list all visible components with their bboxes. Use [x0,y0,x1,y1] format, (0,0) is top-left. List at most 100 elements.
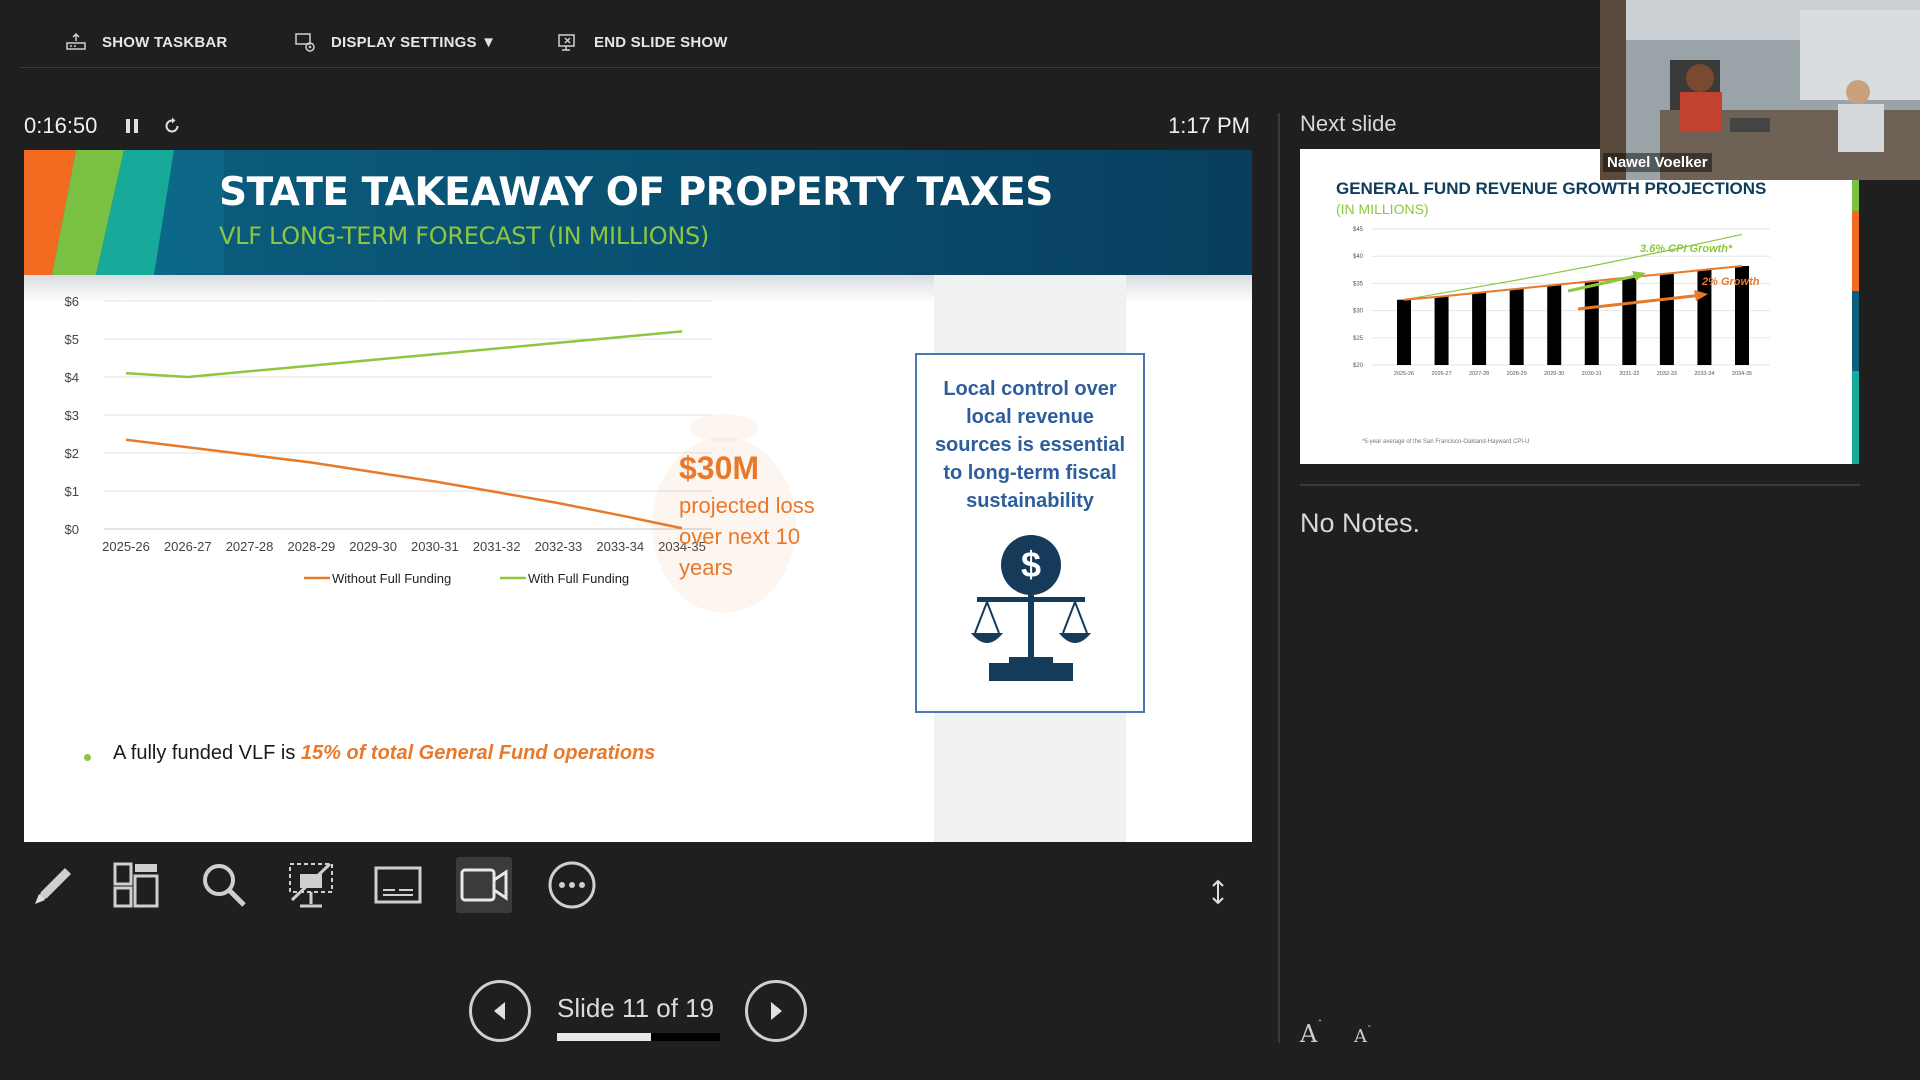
callout-box: Local control over local revenue sources… [915,353,1145,713]
slide-progress-fill [557,1033,652,1041]
chevron-right-icon [771,1002,782,1020]
mini-x-tick-label: 2028-29 [1507,371,1527,377]
bullet-emphasis: 15% of total General Fund operations [300,742,656,764]
pen-tool-button[interactable] [24,857,80,913]
end-show-icon [558,34,575,51]
mini-y-tick-label: $40 [1353,254,1364,260]
mini-y-tick-label: $35 [1353,281,1364,287]
y-tick-label: $4 [65,370,79,385]
bullet-prefix: A fully funded VLF is [113,742,301,764]
subtitles-icon [374,866,422,904]
mini-x-tick-label: 2026-27 [1431,371,1451,377]
slide-progress-bar [557,1033,720,1041]
see-all-slides-icon [113,862,159,908]
x-tick-label: 2025-26 [102,539,150,554]
black-screen-button[interactable] [283,857,339,913]
taskbar-icon [66,32,86,50]
speaker-notes[interactable]: No Notes. [1300,508,1420,539]
previous-slide-button[interactable] [469,980,531,1042]
mini-x-tick-label: 2030-31 [1582,371,1602,377]
callout-text: Local control over local revenue sources… [934,378,1126,512]
mini-x-tick-label: 2031-32 [1619,371,1639,377]
x-tick-label: 2030-31 [411,539,459,554]
svg-text:$: $ [1021,544,1041,585]
series-line [125,330,683,379]
mini-x-tick-label: 2027-28 [1469,371,1489,377]
next-slide-button[interactable] [745,980,807,1042]
mini-bar [1472,292,1487,365]
resize-handle[interactable] [1208,878,1228,906]
notes-divider [1300,484,1860,486]
mini-bar [1584,281,1599,365]
display-settings-label: DISPLAY SETTINGS ▼ [331,33,497,51]
x-tick-label: 2027-28 [226,539,274,554]
x-tick-label: 2026-27 [164,539,212,554]
mini-x-tick-label: 2025-26 [1394,371,1414,377]
bullet-marker [84,754,91,761]
elapsed-timer: 0:16:50 [24,113,98,138]
revenue-projection-chart: $20 $25 $30 $35 $40 $45 2025-26 2026-27 2027-28… [1353,227,1770,377]
zoom-button[interactable] [196,857,252,913]
mini-y-tick-label: $30 [1353,309,1364,315]
loss-description: projected loss over next 10 years [679,493,815,580]
growth-label: 2% Growth [1701,276,1760,288]
growth-line [1403,264,1743,301]
mini-x-tick-label: 2033-34 [1694,371,1714,377]
increase-font-button[interactable]: Aˆ [1300,1020,1322,1048]
mini-y-tick-label: $25 [1353,336,1364,342]
mini-bar [1397,299,1411,365]
y-tick-label: $0 [65,522,79,537]
pause-timer-button[interactable] [120,114,144,138]
next-slide-footnote: *5-year average of the San Francisco-Oak… [1362,439,1530,445]
pane-divider[interactable] [1278,113,1280,1043]
mini-bar [1659,273,1674,365]
mini-y-tick-label: $45 [1353,227,1364,233]
x-tick-label: 2031-32 [473,539,521,554]
y-tick-label: $2 [65,446,79,461]
mini-y-tick-label: $20 [1353,363,1364,369]
mini-x-tick-label: 2032-33 [1657,371,1677,377]
toolbar-divider [20,67,1600,68]
legend-label: With Full Funding [528,571,629,586]
decrease-font-button[interactable]: Aˇ [1354,1026,1372,1047]
restart-timer-button[interactable] [160,114,184,138]
next-slide-label: Next slide [1300,111,1397,136]
mini-bar [1622,277,1637,365]
bullet-point: A fully funded VLF is 15% of total Gener… [113,742,655,765]
slide-counter: Slide 11 of 19 [557,993,715,1023]
mini-x-tick-label: 2034-35 [1732,371,1752,377]
more-options-icon [548,861,596,909]
show-taskbar-button[interactable]: SHOW TASKBAR [64,30,227,54]
mini-bar [1434,296,1449,365]
pen-icon [35,868,71,904]
pause-icon [126,119,138,133]
show-taskbar-label: SHOW TASKBAR [102,33,228,51]
black-screen-icon [289,862,333,908]
end-slide-show-button[interactable]: END SLIDE SHOW [556,30,728,54]
restart-icon [165,117,179,133]
current-slide[interactable]: STATE TAKEAWAY OF PROPERTY TAXES VLF LON… [24,150,1252,842]
display-settings-button[interactable]: DISPLAY SETTINGS ▼ [293,30,496,54]
camera-toggle-button[interactable] [456,857,512,913]
participant-video[interactable]: Nawel Voelker [1600,0,1920,180]
x-tick-label: 2028-29 [287,539,335,554]
balance-scales-icon: $ [971,535,1091,681]
camera-icon [460,868,508,902]
presenter-toolbar: SHOW TASKBAR DISPLAY SETTINGS ▼ END SLID… [0,0,1600,80]
see-all-slides-button[interactable] [108,857,164,913]
y-tick-label: $1 [65,484,79,499]
participant-name: Nawel Voelker [1603,153,1712,172]
current-time: 1:17 PM [1168,113,1250,138]
mini-bar [1547,285,1562,365]
x-tick-label: 2033-34 [596,539,644,554]
next-slide-preview[interactable]: GENERAL FUND REVENUE GROWTH PROJECTIONS … [1300,149,1859,464]
subtitles-button[interactable] [370,857,426,913]
y-tick-label: $6 [65,294,79,309]
x-tick-label: 2032-33 [535,539,583,554]
next-slide-accent-bar [1852,149,1859,464]
zoom-icon [203,864,246,907]
cpi-growth-label: 3.6% CPI Growth* [1640,243,1733,255]
mini-bar [1509,288,1524,365]
more-options-button[interactable] [544,857,600,913]
end-slide-show-label: END SLIDE SHOW [594,33,728,51]
